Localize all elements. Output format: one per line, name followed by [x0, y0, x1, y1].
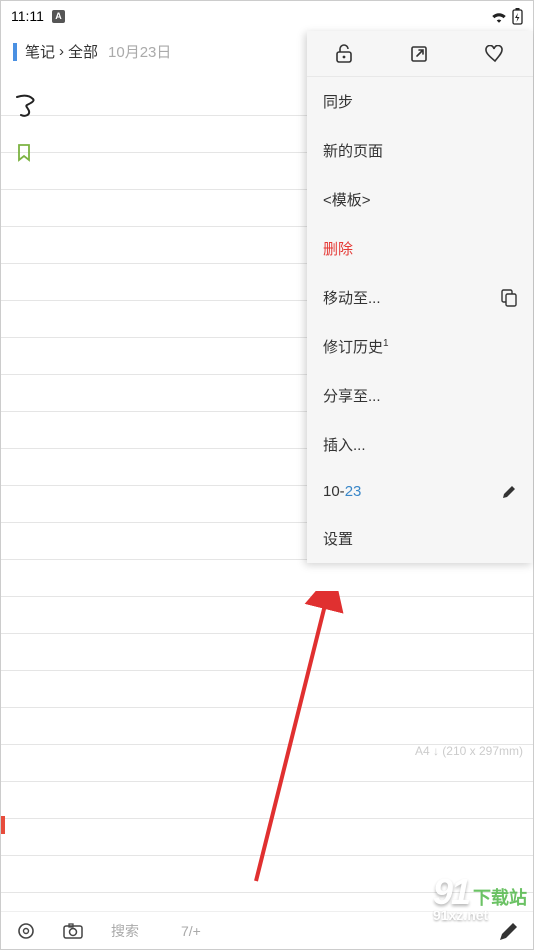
open-external-icon[interactable]: [410, 45, 428, 63]
camera-icon[interactable]: [63, 923, 83, 939]
status-left: 11:11 A: [11, 8, 65, 24]
battery-icon: [512, 8, 523, 25]
menu-template-label: <模板>: [323, 189, 371, 210]
status-right: [490, 8, 523, 25]
breadcrumb-notes: 笔记: [25, 41, 55, 62]
red-accent-marker: [1, 816, 5, 834]
edit-pencil-icon[interactable]: [497, 921, 519, 943]
breadcrumb-accent: [13, 43, 17, 61]
search-label[interactable]: 搜索: [111, 921, 139, 941]
menu-date[interactable]: 10-23: [307, 469, 533, 514]
breadcrumb-all: 全部: [68, 41, 98, 62]
lock-icon[interactable]: [335, 44, 353, 64]
menu-date-label: 10-23: [323, 483, 361, 500]
menu-history-label: 修订历史1: [323, 336, 389, 357]
page-size-label: A4 ↓ (210 x 297mm): [415, 744, 523, 758]
menu-share-to[interactable]: 分享至...: [307, 371, 533, 420]
bottom-bar: 搜索 7/+: [1, 911, 533, 949]
page-count[interactable]: 7/+: [181, 923, 201, 939]
handwriting-squiggle: [15, 93, 45, 121]
status-a-icon: A: [52, 10, 65, 23]
bookmark-icon[interactable]: [17, 144, 31, 162]
popup-icon-row: [307, 31, 533, 77]
copy-icon: [501, 289, 517, 307]
menu-template[interactable]: <模板>: [307, 175, 533, 224]
wifi-icon: [490, 9, 508, 23]
menu-settings[interactable]: 设置: [307, 514, 533, 563]
circle-icon[interactable]: [17, 922, 35, 940]
menu-delete[interactable]: 删除: [307, 224, 533, 273]
heart-icon[interactable]: [485, 45, 505, 63]
breadcrumb-sep: ›: [59, 43, 64, 60]
status-bar: 11:11 A: [1, 1, 533, 31]
pencil-icon: [501, 484, 517, 500]
menu-delete-label: 删除: [323, 238, 353, 259]
menu-share-to-label: 分享至...: [323, 385, 381, 406]
menu-insert[interactable]: 插入...: [307, 420, 533, 469]
menu-move-to[interactable]: 移动至...: [307, 273, 533, 322]
breadcrumb-date: 10月23日: [108, 41, 171, 62]
menu-new-page[interactable]: 新的页面: [307, 126, 533, 175]
popup-menu: 同步 新的页面 <模板> 删除 移动至... 修订历史1 分享至... 插入..…: [307, 31, 533, 563]
status-time: 11:11: [11, 8, 44, 24]
menu-sync-label: 同步: [323, 91, 353, 112]
menu-settings-label: 设置: [323, 528, 353, 549]
menu-sync[interactable]: 同步: [307, 77, 533, 126]
menu-history[interactable]: 修订历史1: [307, 322, 533, 371]
menu-new-page-label: 新的页面: [323, 140, 383, 161]
menu-insert-label: 插入...: [323, 434, 366, 455]
menu-move-to-label: 移动至...: [323, 287, 381, 308]
